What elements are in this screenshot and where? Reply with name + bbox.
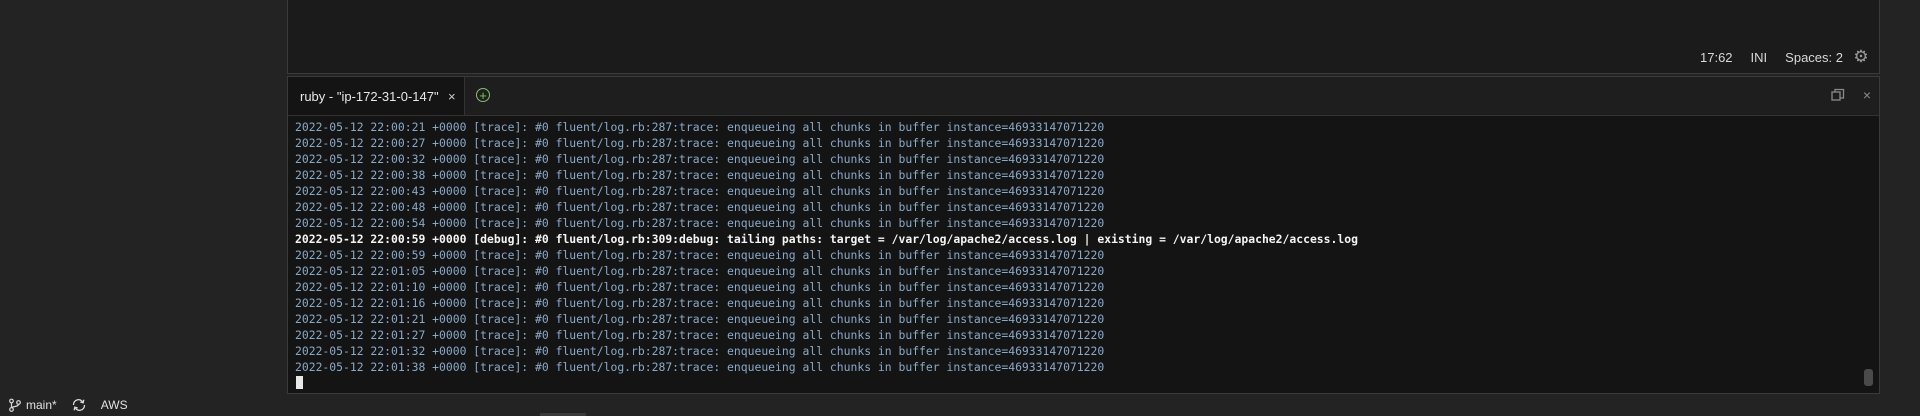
log-line: 2022-05-12 22:01:16 +0000 [trace]: #0 fl… [295, 296, 1105, 310]
log-line: 2022-05-12 22:00:21 +0000 [trace]: #0 fl… [295, 120, 1105, 134]
terminal-scrollbar-thumb[interactable] [1864, 369, 1873, 386]
terminal-panel: ruby - "ip-172-31-0-147" × + × 2022-05-1… [287, 76, 1880, 394]
terminal-cursor [296, 376, 303, 389]
cursor-position[interactable]: 17:62 [1700, 50, 1733, 65]
log-line: 2022-05-12 22:01:10 +0000 [trace]: #0 fl… [295, 280, 1105, 294]
remote-indicator[interactable]: AWS [101, 398, 128, 412]
sync-button[interactable] [71, 398, 87, 412]
terminal-output[interactable]: 2022-05-12 22:00:21 +0000 [trace]: #0 fl… [295, 119, 1859, 375]
log-line: 2022-05-12 22:01:32 +0000 [trace]: #0 fl… [295, 344, 1105, 358]
close-terminal-icon[interactable]: × [1863, 87, 1871, 103]
tab-close-icon[interactable]: × [448, 89, 456, 104]
branch-indicator[interactable]: main* [8, 398, 57, 412]
git-branch-icon [9, 398, 21, 412]
status-bar: main* AWS [0, 394, 1920, 416]
restore-window-icon[interactable] [1831, 88, 1845, 102]
terminal-tab-title: ruby - "ip-172-31-0-147" [300, 88, 439, 104]
indentation-setting[interactable]: Spaces: 2 [1785, 50, 1843, 65]
log-line: 2022-05-12 22:00:59 +0000 [trace]: #0 fl… [295, 248, 1105, 262]
log-line: 2022-05-12 22:00:43 +0000 [trace]: #0 fl… [295, 184, 1105, 198]
log-line: 2022-05-12 22:01:05 +0000 [trace]: #0 fl… [295, 264, 1105, 278]
editor-pane[interactable]: 17:62 INI Spaces: 2 ⚙ [287, 0, 1880, 74]
log-line: 2022-05-12 22:00:27 +0000 [trace]: #0 fl… [295, 136, 1105, 150]
log-line: 2022-05-12 22:00:48 +0000 [trace]: #0 fl… [295, 200, 1105, 214]
add-terminal-icon[interactable]: + [476, 88, 490, 102]
log-line: 2022-05-12 22:01:21 +0000 [trace]: #0 fl… [295, 312, 1105, 326]
log-line: 2022-05-12 22:00:59 +0000 [debug]: #0 fl… [295, 232, 1358, 246]
sync-icon [72, 399, 85, 411]
log-line: 2022-05-12 22:00:32 +0000 [trace]: #0 fl… [295, 152, 1105, 166]
editor-status-bar: 17:62 INI Spaces: 2 ⚙ [1700, 47, 1869, 66]
log-line: 2022-05-12 22:00:54 +0000 [trace]: #0 fl… [295, 216, 1105, 230]
log-line: 2022-05-12 22:00:38 +0000 [trace]: #0 fl… [295, 168, 1105, 182]
log-line: 2022-05-12 22:01:38 +0000 [trace]: #0 fl… [295, 360, 1105, 374]
gear-icon[interactable]: ⚙ [1853, 47, 1869, 66]
terminal-tab[interactable]: ruby - "ip-172-31-0-147" × [288, 77, 465, 115]
language-mode[interactable]: INI [1751, 50, 1768, 65]
branch-name: main* [26, 398, 57, 412]
terminal-tab-bar: ruby - "ip-172-31-0-147" × + × [288, 77, 1879, 116]
log-line: 2022-05-12 22:01:27 +0000 [trace]: #0 fl… [295, 328, 1105, 342]
